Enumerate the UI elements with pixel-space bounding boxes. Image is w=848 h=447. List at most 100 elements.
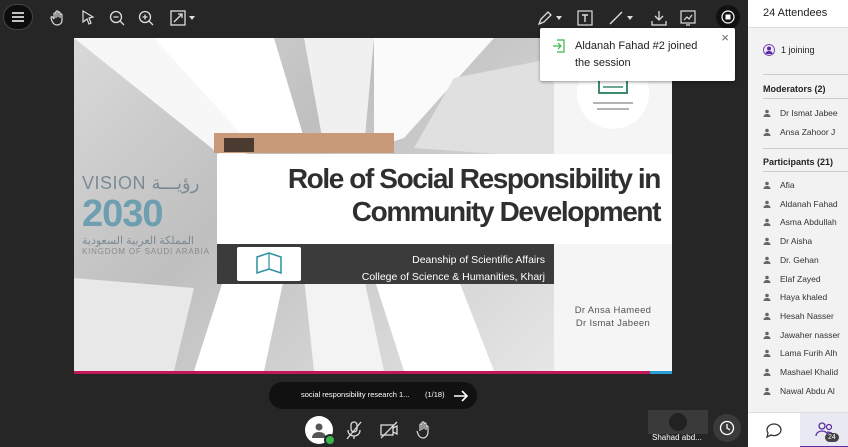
attendee-row[interactable]: Lama Furih Alh <box>763 348 837 358</box>
attendee-row[interactable]: Jawaher nasser <box>763 330 840 340</box>
attendee-row[interactable]: Dr Aisha <box>763 236 812 246</box>
pointer-tool-button[interactable] <box>77 7 99 29</box>
attendee-row[interactable]: Dr Ismat Jabee <box>763 108 838 118</box>
person-icon <box>763 312 771 320</box>
book-icon <box>256 252 282 275</box>
kingdom-english: KINGDOM OF SAUDI ARABIA <box>82 247 210 256</box>
person-icon <box>763 219 771 227</box>
stop-share-button[interactable] <box>716 5 740 29</box>
divider <box>763 171 848 172</box>
text-icon <box>577 10 593 26</box>
online-status-dot <box>324 434 336 446</box>
person-icon <box>763 109 771 117</box>
next-slide-icon[interactable] <box>451 386 471 406</box>
attendee-name: Jawaher nasser <box>780 329 841 340</box>
person-icon <box>763 200 771 208</box>
person-icon <box>763 293 771 302</box>
attendee-row[interactable]: Afia <box>763 180 795 190</box>
microphone-off-icon <box>346 421 362 440</box>
attendee-name: Haya khaled <box>780 292 828 303</box>
divider <box>763 148 848 149</box>
zoom-out-button[interactable] <box>106 7 128 29</box>
joining-row[interactable]: 1 joining <box>763 44 815 56</box>
chevron-down-icon <box>189 16 195 20</box>
deanship-name: Deanship of Scientific Affairs <box>412 254 545 266</box>
moderators-title: Moderators (2) <box>763 84 826 94</box>
attendee-name: Aldanah Fahad <box>780 198 838 209</box>
clock-icon <box>719 420 735 436</box>
participant-video[interactable] <box>648 410 708 434</box>
line-icon <box>609 11 623 25</box>
attendee-name: Elaf Zayed <box>780 273 821 284</box>
attendee-row[interactable]: Nawal Abdu Al <box>763 386 835 396</box>
stop-icon <box>721 10 735 24</box>
hand-icon <box>50 10 63 26</box>
attendee-name: Asma Abdullah <box>780 217 837 228</box>
slide-footer-accent <box>650 371 672 374</box>
line-tool-button[interactable] <box>603 7 637 29</box>
attendee-count-badge: 24 <box>825 433 839 442</box>
college-name: College of Science & Humanities, Kharj <box>361 271 545 283</box>
attendee-name: Hesah Nasser <box>780 310 834 321</box>
menu-button[interactable] <box>3 4 33 30</box>
person-icon <box>763 349 771 358</box>
whiteboard-button[interactable] <box>677 7 699 29</box>
panel-tabs: 24 <box>748 412 848 447</box>
chat-icon <box>766 423 782 439</box>
person-icon <box>763 181 771 189</box>
person-icon <box>763 237 771 246</box>
slide-title-line-2: Community Development <box>351 196 662 227</box>
attendee-row[interactable]: Asma Abdullah <box>763 217 837 227</box>
divider <box>763 74 848 75</box>
chevron-down-icon <box>556 16 562 20</box>
pen-icon <box>537 11 552 26</box>
shared-file-name: social responsibility research 1... <box>301 390 410 399</box>
attendees-panel: 24 Attendees 1 joining Moderators (2) Dr… <box>748 0 848 447</box>
chevron-down-icon <box>627 16 633 20</box>
my-status-button[interactable] <box>305 416 336 446</box>
text-tool-button[interactable] <box>574 7 596 29</box>
vision-label: VISION رؤيـــة <box>82 173 200 193</box>
session-stage: VISION رؤيـــة 2030 المملكة العربية السع… <box>0 0 748 447</box>
attendee-name: Dr Aisha <box>780 236 813 247</box>
zoom-in-button[interactable] <box>135 7 157 29</box>
attendee-row[interactable]: Dr. Gehan <box>763 255 819 265</box>
join-notification: Aldanah Fahad #2 joined the session × <box>540 28 735 81</box>
attendee-name: Lama Furih Alh <box>780 348 838 359</box>
author-2: Dr Ismat Jabeen <box>575 318 651 329</box>
chat-tab[interactable] <box>764 421 784 446</box>
attendee-name: Ansa Zahoor J <box>780 126 836 137</box>
deanship-logo <box>237 247 301 281</box>
download-button[interactable] <box>648 7 670 29</box>
close-icon[interactable]: × <box>721 30 729 45</box>
fit-view-button[interactable] <box>165 7 199 29</box>
person-icon <box>763 256 771 264</box>
slide-footer-bar <box>74 371 672 374</box>
attendee-name: Afia <box>780 180 795 190</box>
person-icon <box>763 331 771 339</box>
attendee-row[interactable]: Ansa Zahoor J <box>763 127 835 137</box>
pointer-icon <box>82 9 95 25</box>
attendees-tab[interactable]: 24 <box>800 413 848 447</box>
attendee-name: Nawal Abdu Al <box>780 385 835 396</box>
attendee-row[interactable]: Mashael Khalid <box>763 367 838 377</box>
menu-icon <box>12 12 24 22</box>
person-icon <box>763 275 771 283</box>
join-icon <box>553 39 565 53</box>
attendee-row[interactable]: Aldanah Fahad <box>763 199 838 209</box>
attendee-row[interactable]: Elaf Zayed <box>763 274 821 284</box>
session-timer-button[interactable] <box>713 414 741 442</box>
camera-button[interactable] <box>375 416 403 444</box>
hand-tool-button[interactable] <box>47 7 69 29</box>
microphone-button[interactable] <box>340 416 368 444</box>
attendee-row[interactable]: Haya khaled <box>763 292 827 302</box>
pen-tool-button[interactable] <box>530 7 568 29</box>
camera-off-icon <box>380 421 398 439</box>
raise-hand-button[interactable] <box>410 416 438 444</box>
attendees-header: 24 Attendees <box>748 0 848 28</box>
page-indicator: (1/18) <box>425 390 445 399</box>
slide-title: Role of Social Responsibility in Communi… <box>288 162 662 228</box>
person-icon <box>763 387 771 395</box>
attendee-row[interactable]: Hesah Nasser <box>763 311 834 321</box>
hand-raise-icon <box>416 421 429 439</box>
